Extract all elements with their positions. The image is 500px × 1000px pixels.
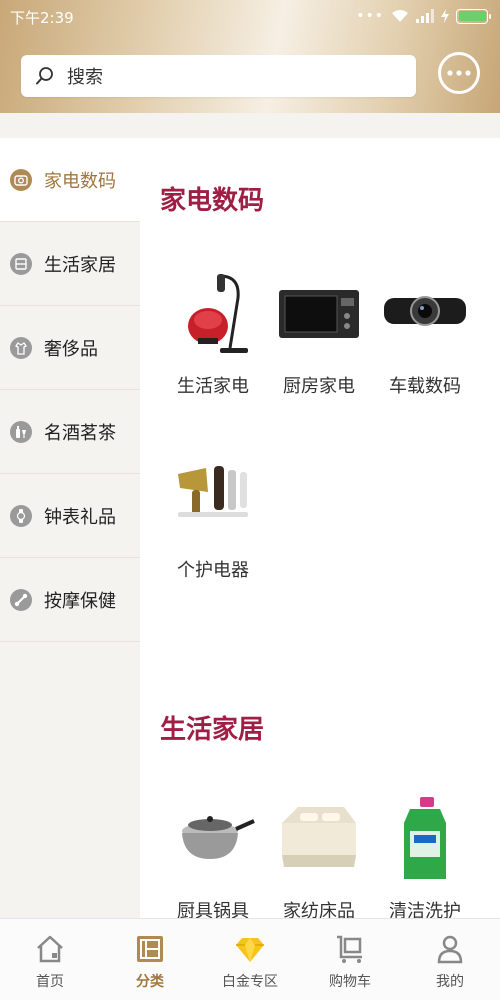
nav-home-label: 首页: [36, 974, 64, 990]
category-item-label: 车载数码: [389, 376, 461, 397]
sidebar-item-label: 奢侈品: [44, 338, 98, 360]
bottom-nav: 首页 分类 白金专区 购物车 我的: [0, 918, 500, 1000]
detergent-image: [404, 797, 446, 879]
webcam-image: [384, 296, 466, 326]
status-icons: •••: [356, 8, 491, 24]
nav-profile[interactable]: 我的: [400, 919, 500, 1000]
home-icon: [37, 935, 63, 963]
category-item-label: 个护电器: [177, 560, 249, 581]
wifi-icon: [392, 10, 408, 22]
sidebar-item-home-living[interactable]: 生活家居: [0, 222, 140, 306]
signal-icon: [416, 9, 434, 23]
section-title: 生活家居: [160, 715, 265, 745]
microwave-image: [279, 290, 359, 338]
search-input[interactable]: 搜索: [21, 55, 416, 97]
status-time: 下午2:39: [10, 9, 74, 27]
home-goods-icon: [10, 252, 32, 275]
category-item[interactable]: 家纺床品: [264, 793, 374, 918]
category-item[interactable]: 个护电器: [158, 452, 268, 582]
category-item-label: 厨具锅具: [177, 901, 249, 918]
category-icon: [137, 936, 163, 962]
camera-icon: [10, 168, 32, 191]
charging-icon: [441, 9, 449, 23]
cart-icon: [337, 935, 362, 963]
sidebar-item-appliances[interactable]: 家电数码: [0, 138, 140, 222]
more-dots: •••: [356, 8, 384, 24]
category-item[interactable]: 车载数码: [370, 268, 480, 398]
search-icon: [36, 67, 53, 85]
header-spacer: [0, 113, 500, 138]
category-item-label: 家纺床品: [283, 901, 355, 918]
nav-profile-label: 我的: [436, 974, 464, 990]
bedding-image: [282, 807, 356, 867]
search-placeholder: 搜索: [67, 67, 103, 88]
category-item-label: 厨房家电: [283, 376, 355, 397]
hair-dryer-image: [178, 466, 248, 517]
sidebar-item-luxury[interactable]: 奢侈品: [0, 306, 140, 390]
category-content: 家电数码 生活家电 厨房家电 车载数码 个护电器 生活家居 厨具锅具 家纺床品 …: [140, 138, 500, 918]
category-item-label: 生活家电: [177, 376, 249, 397]
nav-category[interactable]: 分类: [100, 919, 200, 1000]
nav-platinum-zone[interactable]: 白金专区: [200, 919, 300, 1000]
battery-icon: [456, 8, 491, 24]
vacuum-cleaner-image: [188, 274, 248, 353]
category-sidebar: 家电数码 生活家居 奢侈品 名酒茗茶 钟表礼品 按摩保健: [0, 138, 140, 918]
sidebar-item-watches-gifts[interactable]: 钟表礼品: [0, 474, 140, 558]
massage-icon: [10, 588, 32, 611]
coat-icon: [10, 336, 32, 359]
category-item[interactable]: 生活家电: [158, 268, 268, 398]
diamond-icon: [236, 938, 264, 962]
nav-category-label: 分类: [136, 974, 164, 990]
header: 下午2:39 ••• 搜索: [0, 0, 500, 113]
category-item[interactable]: 清洁洗护: [370, 793, 480, 918]
message-button[interactable]: [438, 52, 480, 94]
sidebar-item-wine-tea[interactable]: 名酒茗茶: [0, 390, 140, 474]
battery-level: [458, 11, 486, 21]
sidebar-item-label: 按摩保健: [44, 590, 116, 612]
sidebar-item-label: 名酒茗茶: [44, 422, 116, 444]
nav-platinum-zone-label: 白金专区: [222, 974, 278, 990]
sidebar-item-label: 家电数码: [44, 170, 116, 192]
sidebar-item-massage-health[interactable]: 按摩保健: [0, 558, 140, 642]
nav-home[interactable]: 首页: [0, 919, 100, 1000]
watch-icon: [10, 504, 32, 527]
category-item[interactable]: 厨房家电: [264, 268, 374, 398]
nav-cart[interactable]: 购物车: [300, 919, 400, 1000]
chat-bubble-icon: [447, 70, 471, 76]
category-item-label: 清洁洗护: [389, 901, 461, 918]
category-item[interactable]: 厨具锅具: [158, 793, 268, 918]
sidebar-item-label: 生活家居: [44, 254, 116, 276]
user-icon: [437, 935, 463, 964]
sidebar-item-label: 钟表礼品: [44, 506, 116, 528]
nav-cart-label: 购物车: [329, 974, 371, 990]
status-bar: 下午2:39 •••: [0, 0, 500, 32]
wine-icon: [10, 420, 32, 443]
section-title: 家电数码: [160, 186, 265, 216]
pot-image: [182, 816, 255, 859]
